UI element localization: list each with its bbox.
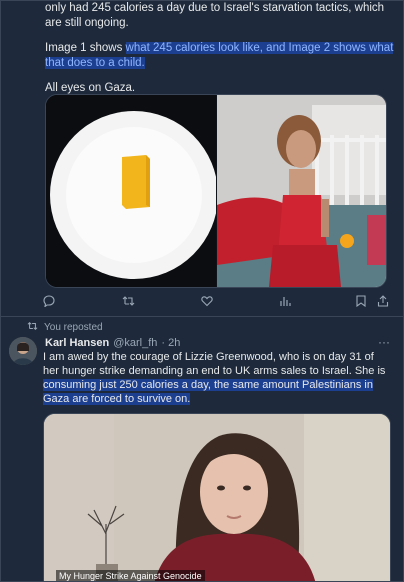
retweet-icon[interactable] [120,293,136,309]
video-caption: My Hunger Strike Against Genocide [56,570,205,581]
media-image-food[interactable] [46,95,218,287]
tweet-paragraph-2: Image 1 shows what 245 calories look lik… [45,41,397,71]
timeline: only had 245 calories a day due to Israe… [0,0,404,582]
tweet-paragraph-1: only had 245 calories a day due to Israe… [45,2,385,29]
media-image-child[interactable] [217,95,386,287]
tweet-text: only had 245 calories a day due to Israe… [45,1,397,106]
more-options-icon[interactable]: ··· [378,335,390,349]
tweet-text-plain: I am awed by the courage of Lizzie Green… [43,351,386,377]
tweet-video[interactable]: My Hunger Strike Against Genocide [43,413,391,581]
tweet-text: I am awed by the courage of Lizzie Green… [43,350,389,406]
tweet-timestamp[interactable]: · 2h [161,337,180,349]
reply-icon[interactable] [41,293,57,309]
retweet-icon [27,321,38,334]
repost-label: You reposted [44,322,103,333]
author-handle[interactable]: @karl_fh [113,337,157,349]
tweet-media-grid[interactable] [45,94,387,288]
tweet-text-highlight: consuming just 250 calories a day, the s… [43,379,373,405]
tweet-text-plain: Image 1 shows [45,42,126,54]
author-name[interactable]: Karl Hansen [45,337,109,349]
avatar[interactable] [9,337,37,365]
repost-indicator: You reposted [27,321,103,334]
tweet-divider [1,316,403,317]
share-icon[interactable] [375,293,391,309]
views-icon[interactable] [277,293,293,309]
tweet-action-bar [41,293,393,309]
like-icon[interactable] [199,293,215,309]
tweet-author-row: Karl Hansen @karl_fh · 2h ··· [45,335,390,349]
bookmark-icon[interactable] [353,293,369,309]
